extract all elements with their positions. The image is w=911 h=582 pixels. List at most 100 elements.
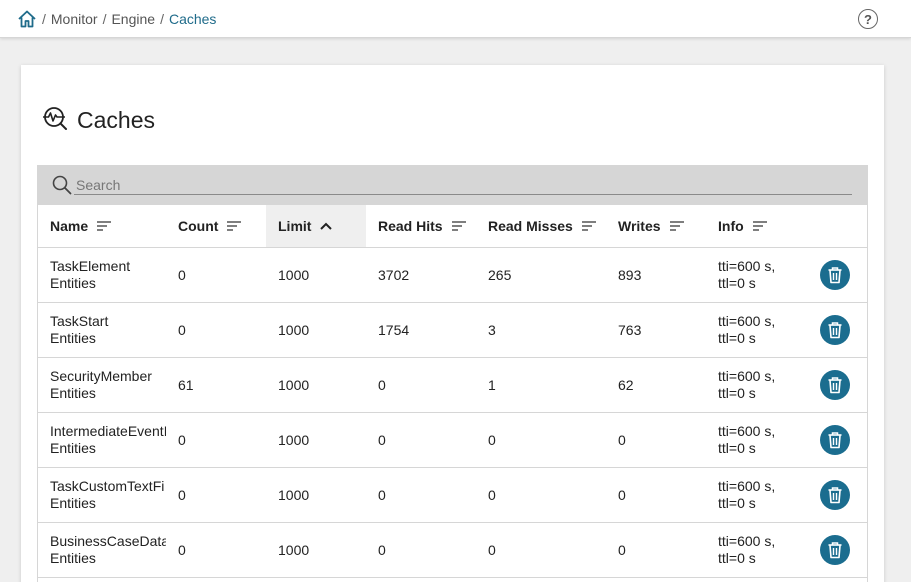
cell-count: 0 [178, 431, 186, 448]
cell-name: BusinessCaseData Entities [50, 532, 166, 566]
page-title: Caches [77, 107, 155, 133]
sort-icon [752, 220, 768, 232]
column-header-count[interactable]: Count [166, 205, 266, 247]
cell-name: TaskElement Entities [50, 257, 131, 291]
trash-icon [827, 431, 843, 449]
column-header-writes[interactable]: Writes [606, 205, 706, 247]
table-row: SecurityMember Entities 61 1000 0 1 62 tt… [38, 357, 867, 412]
cell-info: tti=600 s, ttl=0 s [718, 422, 776, 456]
cell-actions [818, 522, 867, 577]
breadcrumb-separator: / [160, 10, 164, 27]
cell-read-misses: 265 [488, 266, 512, 283]
table-row: TaskStart Entities 0 1000 1754 3 763 tti=… [38, 302, 867, 357]
table-header-row: Name Count Limit Read Hits Read Misses W… [38, 205, 867, 247]
cell-read-hits: 3702 [378, 266, 410, 283]
cell-actions [818, 357, 867, 412]
cell-actions [818, 412, 867, 467]
delete-button[interactable] [820, 534, 850, 565]
delete-button[interactable] [820, 479, 850, 510]
cell-info: tti=600 s, ttl=0 s [718, 367, 776, 401]
cell-info: tti=600 s, ttl=0 s [718, 312, 776, 346]
delete-button[interactable] [820, 369, 850, 400]
table-row: BusinessCaseData Entities 0 1000 0 0 0 tt… [38, 522, 867, 577]
cell-writes: 0 [618, 541, 626, 558]
trash-icon [827, 541, 843, 559]
cell-read-hits: 1754 [378, 321, 410, 338]
cell-name: TaskStart Entities [50, 312, 109, 346]
cell-actions [818, 247, 867, 302]
cell-name: TaskCustomTextFi Entities [50, 477, 165, 511]
cell-read-hits: 0 [378, 486, 386, 503]
cell-read-misses: 0 [488, 486, 496, 503]
trash-icon [827, 486, 843, 504]
cell-info: tti=600 s, ttl=0 s [718, 532, 776, 566]
cell-read-hits: 0 [378, 376, 386, 393]
search-input[interactable] [74, 175, 852, 195]
cell-actions [818, 467, 867, 522]
cell-read-misses: 1 [488, 376, 496, 393]
cell-count: 61 [178, 376, 194, 393]
cell-writes: 62 [618, 376, 634, 393]
cell-limit: 1000 [278, 376, 310, 393]
cell-name: SecurityMember Entities [50, 367, 152, 401]
sort-icon [581, 220, 597, 232]
cell-limit: 1000 [278, 321, 310, 338]
delete-button[interactable] [820, 424, 850, 455]
cell-name: IntermediateEventI Entities [50, 422, 166, 456]
home-icon[interactable] [17, 9, 37, 29]
search-bar [38, 165, 867, 205]
sort-icon [669, 220, 685, 232]
cell-actions [818, 302, 867, 357]
breadcrumb-separator: / [102, 10, 107, 27]
cell-writes: 763 [618, 321, 642, 338]
cell-limit: 1000 [278, 431, 310, 448]
cell-info: tti=600 s, ttl=0 s [718, 477, 776, 511]
column-header-limit[interactable]: Limit [266, 205, 366, 247]
caches-table-container: Name Count Limit Read Hits Read Misses W… [37, 165, 868, 582]
cell-writes: 0 [618, 431, 626, 448]
caches-table: Name Count Limit Read Hits Read Misses W… [38, 205, 867, 578]
breadcrumb-monitor[interactable]: Monitor [51, 11, 98, 27]
cell-info: tti=600 s, ttl=0 s [718, 257, 776, 291]
column-header-read-misses[interactable]: Read Misses [476, 205, 606, 247]
cell-writes: 0 [618, 486, 626, 503]
table-row: TaskCustomTextFi Entities 0 1000 0 0 0 tt… [38, 467, 867, 522]
trash-icon [827, 266, 843, 284]
column-header-actions [818, 205, 867, 247]
search-icon [52, 175, 72, 195]
table-body: TaskElement Entities 0 1000 3702 265 893 … [38, 247, 867, 577]
column-header-read-hits[interactable]: Read Hits [366, 205, 476, 247]
table-row: IntermediateEventI Entities 0 1000 0 0 0 … [38, 412, 867, 467]
column-header-name[interactable]: Name [38, 205, 166, 247]
cell-read-hits: 0 [378, 541, 386, 558]
breadcrumb-separator: / [42, 10, 46, 27]
cell-count: 0 [178, 486, 186, 503]
delete-button[interactable] [820, 314, 850, 345]
top-bar: / Monitor / Engine / Caches ? [0, 0, 911, 38]
help-icon[interactable]: ? [858, 9, 878, 29]
sort-icon [226, 220, 242, 232]
cache-monitor-icon [42, 105, 68, 136]
page-header: Caches [42, 105, 155, 136]
cell-read-misses: 0 [488, 431, 496, 448]
table-row: TaskElement Entities 0 1000 3702 265 893 … [38, 247, 867, 302]
cell-count: 0 [178, 541, 186, 558]
cell-limit: 1000 [278, 486, 310, 503]
cell-limit: 1000 [278, 266, 310, 283]
cell-limit: 1000 [278, 541, 310, 558]
sort-ascending-icon [319, 220, 333, 232]
breadcrumb-caches: Caches [168, 10, 217, 27]
sort-icon [451, 220, 467, 232]
column-header-info[interactable]: Info [706, 205, 818, 247]
breadcrumb-engine[interactable]: Engine [111, 11, 155, 27]
cell-read-misses: 3 [488, 321, 496, 338]
cell-count: 0 [178, 266, 186, 283]
delete-button[interactable] [820, 259, 850, 290]
cell-read-hits: 0 [378, 431, 386, 448]
cell-count: 0 [178, 321, 186, 338]
cell-read-misses: 0 [488, 541, 496, 558]
caches-panel: Caches Name Count Limit Read Hits Read M… [21, 65, 884, 582]
sort-icon [96, 220, 112, 232]
cell-writes: 893 [618, 266, 642, 283]
breadcrumb: / Monitor / Engine / Caches [17, 9, 216, 29]
